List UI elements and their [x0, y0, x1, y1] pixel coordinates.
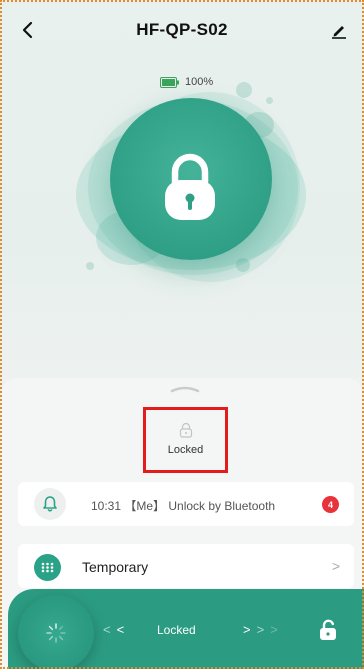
open-padlock-icon[interactable]: [319, 619, 337, 641]
decor-dot: [236, 258, 250, 272]
slide-unlock-knob[interactable]: [18, 595, 94, 669]
arrow-left-1: <: [103, 622, 117, 637]
arrow-left-2: <: [116, 622, 131, 637]
app-header: HF-QP-S02: [0, 14, 364, 48]
pencil-icon: [332, 26, 346, 39]
log-count-badge: 4: [322, 496, 339, 513]
decor-dot: [236, 82, 252, 98]
lock-hero-area: HF-QP-S02 100%: [0, 0, 364, 390]
bell-icon: [43, 496, 57, 512]
temporary-password-row[interactable]: Temporary >: [18, 544, 354, 588]
unlock-bar-status-label: Locked: [157, 623, 196, 637]
recent-log-text: 10:31 【Me】 Unlock by Bluetooth: [91, 499, 276, 513]
bell-icon-wrap: [34, 488, 66, 520]
page-title: HF-QP-S02: [136, 20, 228, 39]
recent-log-card[interactable]: 10:31 【Me】 Unlock by Bluetooth 4: [18, 482, 354, 526]
chevron-right-icon: >: [331, 558, 340, 574]
battery-percentage: 100%: [185, 76, 214, 88]
arrow-right-2: >: [256, 622, 271, 637]
lock-status-label: Locked: [167, 444, 204, 456]
temporary-label: Temporary: [82, 559, 149, 575]
sheet-handle-icon[interactable]: [170, 385, 200, 393]
arrow-right-1: >: [243, 622, 257, 637]
decor-dot: [266, 97, 273, 104]
lock-status-indicator: Locked: [143, 407, 228, 473]
edit-button[interactable]: [326, 16, 352, 44]
lock-outline-icon: [179, 422, 193, 438]
decor-dot: [86, 262, 94, 270]
keypad-dots: [41, 562, 54, 573]
battery-indicator: 100%: [160, 76, 213, 88]
loading-spinner-icon: [46, 623, 66, 643]
keypad-icon: [34, 554, 61, 581]
padlock-keyhole-icon: [165, 153, 215, 220]
battery-icon: [160, 76, 179, 88]
left-arrows: <<: [103, 622, 130, 637]
right-arrows: >>>: [243, 622, 284, 637]
arrow-right-3: >: [270, 622, 284, 637]
